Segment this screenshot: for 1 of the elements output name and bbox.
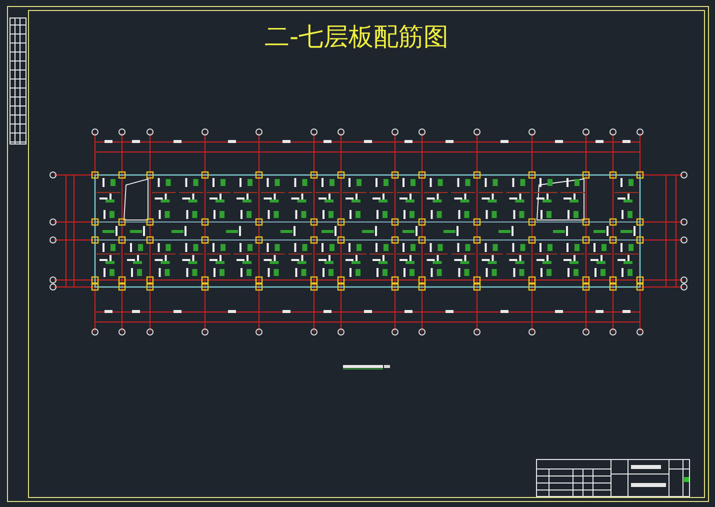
- drawing-title: 二-七层板配筋图: [264, 21, 449, 53]
